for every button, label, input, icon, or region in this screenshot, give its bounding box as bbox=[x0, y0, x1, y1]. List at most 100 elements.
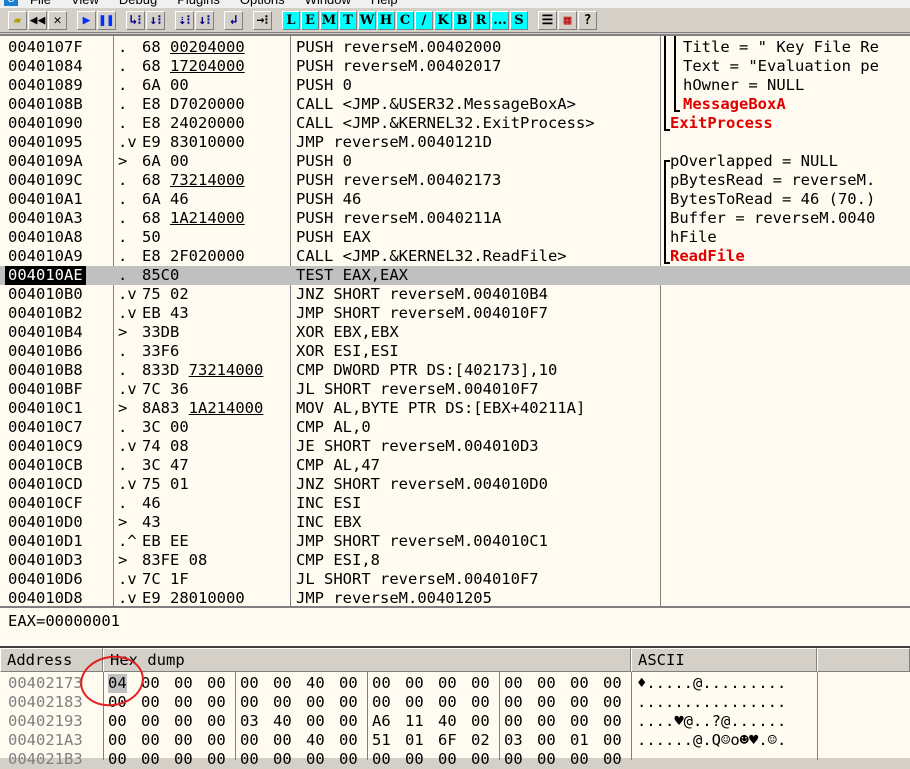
menu-plugins[interactable]: Plugins bbox=[177, 0, 220, 8]
hex-byte[interactable]: 03 bbox=[504, 731, 523, 750]
menu-debug[interactable]: Debug bbox=[119, 0, 157, 8]
hex-byte[interactable]: 00 bbox=[570, 674, 589, 693]
hex-byte[interactable]: 40 bbox=[306, 731, 325, 750]
hex-byte[interactable]: 00 bbox=[372, 693, 391, 712]
hex-byte[interactable]: 00 bbox=[108, 731, 127, 750]
memory-window-button[interactable]: M bbox=[320, 10, 338, 30]
source-window-button[interactable]: S bbox=[510, 10, 528, 30]
hex-byte[interactable]: 00 bbox=[438, 750, 457, 769]
step-over-icon[interactable]: ↓⁝ bbox=[146, 10, 165, 30]
hex-byte[interactable]: 02 bbox=[471, 731, 490, 750]
disasm-row[interactable]: 004010B2 .v EB 43 JMP SHORT reverseM.004010… bbox=[0, 304, 910, 323]
hex-byte[interactable]: 00 bbox=[603, 674, 622, 693]
hex-byte[interactable]: 00 bbox=[471, 693, 490, 712]
disasm-row[interactable]: 004010D1 .^ EB EE JMP SHORT reverseM.004010… bbox=[0, 532, 910, 551]
hex-byte[interactable]: 40 bbox=[273, 712, 292, 731]
breakpoints-window-button[interactable]: B bbox=[453, 10, 471, 30]
disasm-row[interactable]: 004010C9 .v 74 08 JE SHORT reverseM.004010D… bbox=[0, 437, 910, 456]
hex-byte[interactable]: 00 bbox=[306, 693, 325, 712]
colors-icon[interactable]: ▦ bbox=[558, 10, 577, 30]
hex-byte[interactable]: 00 bbox=[240, 693, 259, 712]
hex-byte[interactable]: 00 bbox=[405, 693, 424, 712]
restart-icon[interactable]: ◀◀ bbox=[28, 10, 47, 30]
hex-byte[interactable]: 40 bbox=[438, 712, 457, 731]
disasm-row[interactable]: 004010B4 >33DB XOR EBX,EBX bbox=[0, 323, 910, 342]
trace-over-icon[interactable]: ↓⁝ bbox=[195, 10, 214, 30]
hex-byte[interactable]: 00 bbox=[504, 693, 523, 712]
hex-byte[interactable]: 00 bbox=[438, 693, 457, 712]
hex-byte[interactable]: 00 bbox=[570, 750, 589, 769]
hex-byte[interactable]: 00 bbox=[537, 693, 556, 712]
disasm-row[interactable]: 004010B6. 33F6 XOR ESI,ESI bbox=[0, 342, 910, 361]
disasm-row[interactable]: 004010BF .v 7C 36 JL SHORT reverseM.004010F… bbox=[0, 380, 910, 399]
disasm-row[interactable]: 0040107F. 68 00204000 PUSH reverseM.004020… bbox=[0, 38, 910, 57]
hex-byte[interactable]: 00 bbox=[207, 674, 226, 693]
disasm-row[interactable]: 004010A8. 50 PUSH EAX hFile bbox=[0, 228, 910, 247]
hex-byte[interactable]: 00 bbox=[174, 750, 193, 769]
disassembly-pane[interactable]: 0040107F. 68 00204000 PUSH reverseM.004020… bbox=[0, 34, 910, 606]
disasm-row[interactable]: 004010A1. 6A 46 PUSH 46 BytesToRead = 46 (7… bbox=[0, 190, 910, 209]
disasm-row[interactable]: 004010AE. 85C0 TEST EAX,EAX bbox=[0, 266, 910, 285]
hex-byte[interactable]: 00 bbox=[339, 750, 358, 769]
disasm-row[interactable]: 00401090. E8 24020000 CALL <JMP.&KERNEL32.… bbox=[0, 114, 910, 133]
disasm-row[interactable]: 00401084. 68 17204000 PUSH reverseM.004020… bbox=[0, 57, 910, 76]
hex-byte[interactable]: 00 bbox=[372, 750, 391, 769]
hex-byte[interactable]: 00 bbox=[273, 731, 292, 750]
hex-byte[interactable]: 11 bbox=[405, 712, 424, 731]
hex-byte[interactable]: 00 bbox=[471, 712, 490, 731]
disasm-row[interactable]: 004010CD .v 75 01 JNZ SHORT reverseM.004010… bbox=[0, 475, 910, 494]
hex-byte[interactable]: 00 bbox=[141, 712, 160, 731]
trace-into-icon[interactable]: ⇣⁝ bbox=[175, 10, 194, 30]
hex-byte[interactable]: 00 bbox=[504, 750, 523, 769]
hex-byte[interactable]: 01 bbox=[405, 731, 424, 750]
hex-byte[interactable]: 00 bbox=[240, 674, 259, 693]
hex-byte[interactable]: 00 bbox=[537, 674, 556, 693]
hex-byte[interactable]: 00 bbox=[108, 712, 127, 731]
hex-byte[interactable]: 40 bbox=[306, 674, 325, 693]
hex-byte[interactable]: 00 bbox=[603, 712, 622, 731]
cpu-window-button[interactable]: C bbox=[396, 10, 414, 30]
call-stack-window-button[interactable]: K bbox=[434, 10, 452, 30]
hex-byte[interactable]: 00 bbox=[471, 674, 490, 693]
hex-byte[interactable]: 00 bbox=[603, 750, 622, 769]
disasm-row[interactable]: 004010D6 .v 7C 1F JL SHORT reverseM.004010F… bbox=[0, 570, 910, 589]
help-icon[interactable]: ? bbox=[578, 10, 597, 30]
disasm-row[interactable]: 004010A3. 68 1A214000 PUSH reverseM.004021… bbox=[0, 209, 910, 228]
hex-byte[interactable]: 00 bbox=[537, 750, 556, 769]
hex-byte[interactable]: 00 bbox=[207, 731, 226, 750]
disasm-row[interactable]: 004010CF. 46 INC ESI bbox=[0, 494, 910, 513]
handles-window-button[interactable]: H bbox=[377, 10, 395, 30]
hex-byte[interactable]: 00 bbox=[306, 750, 325, 769]
disasm-row[interactable]: 004010D8 .v E9 28010000 JMP reverseM.004012… bbox=[0, 589, 910, 606]
disasm-row[interactable]: 0040108B. E8 D7020000 CALL <JMP.&USER32.Me… bbox=[0, 95, 910, 114]
hex-byte[interactable]: 00 bbox=[174, 712, 193, 731]
disasm-row[interactable]: 00401089. 6A 00 PUSH 0 hOwner = NULL bbox=[0, 76, 910, 95]
hex-byte[interactable]: 00 bbox=[141, 731, 160, 750]
menu-window[interactable]: Window bbox=[305, 0, 351, 8]
hex-byte[interactable]: 00 bbox=[273, 693, 292, 712]
modules-window-button[interactable]: E bbox=[301, 10, 319, 30]
hex-byte[interactable]: 00 bbox=[174, 693, 193, 712]
hex-byte[interactable]: 01 bbox=[570, 731, 589, 750]
references-window-button[interactable]: R bbox=[472, 10, 490, 30]
run-trace-window-button[interactable]: ... bbox=[491, 10, 509, 30]
hex-byte[interactable]: 00 bbox=[273, 674, 292, 693]
hex-byte[interactable]: 00 bbox=[504, 674, 523, 693]
hex-byte[interactable]: 00 bbox=[405, 674, 424, 693]
disasm-row[interactable]: 004010C1 >8A83 1A214000 MOV AL,BYTE PTR DS… bbox=[0, 399, 910, 418]
hex-byte[interactable]: 00 bbox=[141, 750, 160, 769]
hex-byte[interactable]: 00 bbox=[471, 750, 490, 769]
hex-byte[interactable]: 00 bbox=[240, 750, 259, 769]
disasm-row[interactable]: 0040109A >6A 00 PUSH 0 pOverlapped = NULL bbox=[0, 152, 910, 171]
hex-byte[interactable]: 00 bbox=[504, 712, 523, 731]
disasm-row[interactable]: 004010A9. E8 2F020000 CALL <JMP.&KERNEL32.… bbox=[0, 247, 910, 266]
list-icon[interactable]: ☰ bbox=[538, 10, 557, 30]
hex-byte[interactable]: 00 bbox=[339, 712, 358, 731]
menu-help[interactable]: Help bbox=[371, 0, 398, 8]
disasm-row[interactable]: 004010C7. 3C 00 CMP AL,0 bbox=[0, 418, 910, 437]
hex-byte[interactable]: 00 bbox=[570, 693, 589, 712]
hex-byte[interactable]: 00 bbox=[372, 674, 391, 693]
execute-till-return-icon[interactable]: ↲ bbox=[224, 10, 243, 30]
log-window-button[interactable]: L bbox=[282, 10, 300, 30]
hex-byte[interactable]: 00 bbox=[603, 731, 622, 750]
